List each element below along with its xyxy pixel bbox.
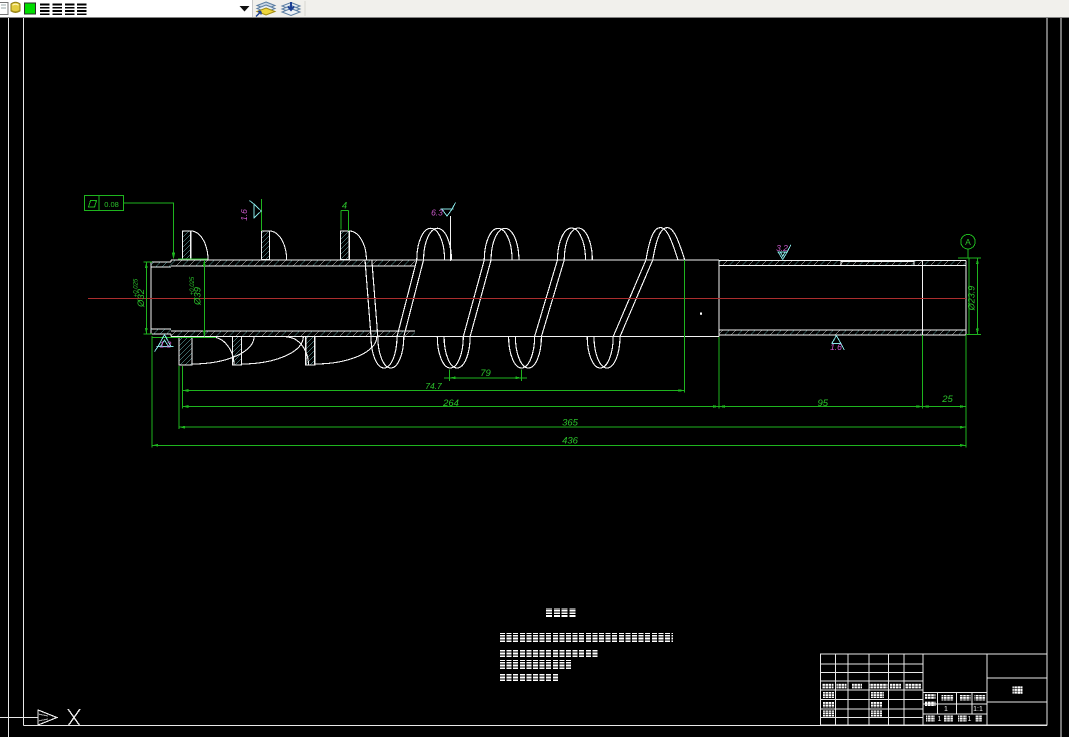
- svg-text:1: 1: [938, 716, 942, 723]
- svg-text:1:1: 1:1: [973, 706, 983, 713]
- svg-text:1: 1: [944, 706, 948, 713]
- svg-text:1: 1: [968, 716, 972, 723]
